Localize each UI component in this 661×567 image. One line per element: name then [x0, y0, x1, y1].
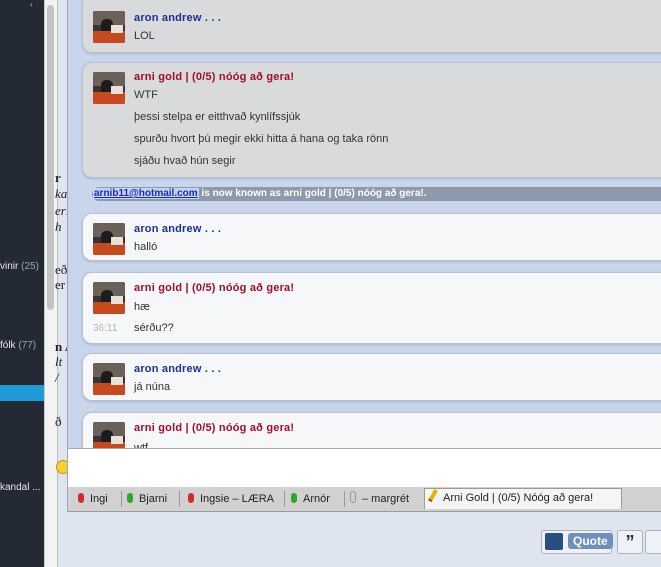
avatar — [93, 363, 125, 395]
sidebar-item-folk[interactable]: fólk (77) — [0, 340, 44, 351]
tab-arni-gold[interactable]: Arni Gold | (0/5) Nóóg að gera! — [424, 488, 622, 509]
message-text: spurðu hvort þú megir ekki hitta á hana … — [134, 133, 389, 145]
message-text: sérðu?? — [134, 322, 174, 334]
sidebar-item-kandal[interactable]: kandal ... — [0, 482, 44, 493]
avatar — [93, 72, 125, 104]
message-text: halló — [134, 241, 158, 253]
bg-text-fragment: eð — [55, 262, 68, 277]
message-text: sjáðu hvað hún segir — [134, 155, 236, 167]
bg-text-fragment: lt — [55, 354, 63, 369]
tab-divider — [284, 491, 285, 507]
multi-quote-icon[interactable]: ” — [617, 530, 643, 554]
chat-transcript[interactable]: aron andrew . . . LOL arni gold | (0/5) … — [68, 0, 661, 448]
quote-icon — [545, 533, 563, 550]
sidebar-item-label: kandal ... — [0, 482, 41, 493]
avatar — [93, 422, 125, 448]
quote-button[interactable]: Quote — [541, 530, 613, 554]
bg-text-fragment: h — [55, 219, 62, 234]
message-text: hæ — [134, 301, 150, 313]
status-green-icon — [127, 493, 133, 503]
message-bubble: arni gold | (0/5) nóóg að gera! hæ 36:11… — [82, 272, 661, 344]
message-timestamp: 36:11 — [93, 323, 118, 334]
tab-bjarni[interactable]: Bjarni — [127, 490, 167, 508]
chat-window: aron andrew . . . LOL arni gold | (0/5) … — [67, 0, 661, 512]
avatar — [93, 11, 125, 43]
message-sender: arni gold | (0/5) nóóg að gera! — [134, 422, 295, 434]
status-red-icon — [78, 493, 84, 503]
avatar — [93, 282, 125, 314]
message-sender: aron andrew . . . — [134, 12, 222, 24]
tab-label: Ingsie – LÆRA — [200, 493, 274, 505]
sidebar-item-vinir[interactable]: vinir (25) — [0, 261, 44, 272]
message-text: LOL — [134, 30, 155, 42]
status-notice: arnib11@hotmail.com is now known as arni… — [92, 187, 661, 201]
status-green-icon — [291, 493, 297, 503]
tab-divider — [344, 491, 345, 507]
tab-label: – margrét — [362, 493, 410, 505]
tab-label: Ingi — [90, 493, 108, 505]
tab-divider — [121, 491, 122, 507]
quote-label: Quote — [568, 533, 613, 549]
tab-label: Arni Gold | (0/5) Nóóg að gera! — [443, 492, 594, 504]
status-text: is now known as arni gold | (0/5) nóóg a… — [198, 188, 427, 199]
reply-icon[interactable] — [645, 530, 661, 554]
message-sender: arni gold | (0/5) nóóg að gera! — [134, 282, 295, 294]
status-email-link[interactable]: arnib11@hotmail.com — [93, 188, 199, 199]
avatar — [93, 223, 125, 255]
message-sender: arni gold | (0/5) nóóg að gera! — [134, 71, 295, 83]
tab-label: Arnór — [303, 493, 330, 505]
sidebar-selected-item[interactable] — [0, 385, 44, 401]
message-sender: aron andrew . . . — [134, 223, 222, 235]
message-bubble: aron andrew . . . halló — [82, 213, 661, 261]
bg-text-fragment: ð — [55, 414, 62, 429]
sidebar-top-marker: ‹ — [30, 0, 33, 9]
tab-margret[interactable]: – margrét — [350, 490, 409, 508]
tab-ingi[interactable]: Ingi — [78, 490, 108, 508]
bg-text-fragment: r — [55, 170, 61, 185]
sidebar-item-label: fólk — [0, 340, 16, 351]
pencil-icon — [428, 488, 438, 503]
bg-text-fragment: / — [55, 370, 59, 385]
message-sender: aron andrew . . . — [134, 363, 222, 375]
left-sidebar: ‹ vinir (25) fólk (77) kandal ... — [0, 0, 44, 567]
tab-divider — [179, 491, 180, 507]
message-bubble: aron andrew . . . já núna — [82, 353, 661, 401]
status-red-icon — [188, 493, 194, 503]
tab-arnor[interactable]: Arnór — [291, 490, 330, 508]
chat-tab-bar: Ingi Bjarni Ingsie – LÆRA Arnór – margré… — [68, 487, 661, 512]
bg-text-fragment: ka — [55, 186, 68, 201]
sidebar-item-count: (25) — [21, 261, 39, 272]
tab-label: Bjarni — [139, 493, 168, 505]
sidebar-item-label: vinir — [0, 261, 19, 272]
message-bubble: aron andrew . . . LOL — [82, 0, 661, 53]
message-text: WTF — [134, 89, 158, 101]
message-bubble: arni gold | (0/5) nóóg að gera! WTF þess… — [82, 62, 661, 178]
scrollbar-thumb[interactable] — [47, 5, 54, 310]
tab-ingsie[interactable]: Ingsie – LÆRA — [188, 490, 274, 508]
status-gray-icon — [350, 491, 356, 503]
message-text: já núna — [134, 381, 171, 393]
bg-text-fragment: er — [55, 277, 66, 292]
message-input[interactable] — [68, 448, 661, 488]
message-bubble: arni gold | (0/5) nóóg að gera! wtf — [82, 412, 661, 448]
message-text: þessi stelpa er eitthvað kynlífssjúk — [134, 111, 301, 123]
sidebar-item-count: (77) — [18, 340, 37, 351]
